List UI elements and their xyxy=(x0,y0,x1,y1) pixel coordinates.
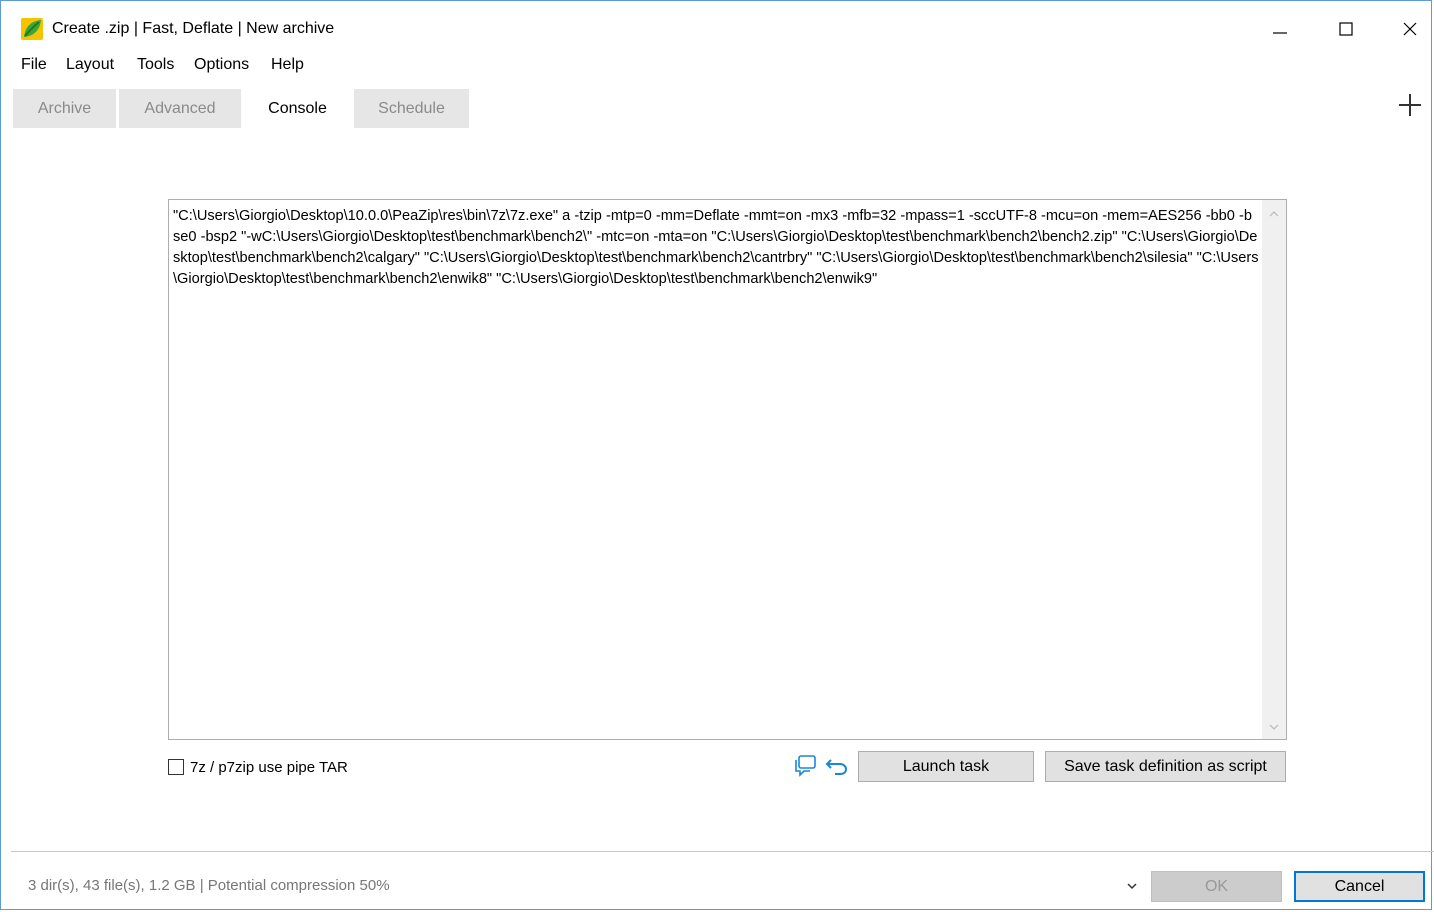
tab-archive[interactable]: Archive xyxy=(13,89,116,128)
status-text: 3 dir(s), 43 file(s), 1.2 GB | Potential… xyxy=(28,877,390,894)
minimize-icon xyxy=(1273,32,1287,34)
menu-tools[interactable]: Tools xyxy=(137,56,174,74)
close-icon xyxy=(1403,22,1417,36)
launch-task-button[interactable]: Launch task xyxy=(858,751,1034,782)
peazip-leaf-icon xyxy=(21,18,43,40)
close-button[interactable] xyxy=(1381,9,1434,49)
window-title: Create .zip | Fast, Deflate | New archiv… xyxy=(52,20,335,37)
pipe-tar-label: 7z / p7zip use pipe TAR xyxy=(190,758,348,776)
copy-command-button[interactable] xyxy=(791,753,819,779)
add-tab-button[interactable] xyxy=(1394,89,1426,121)
menu-bar: File Layout Tools Options Help xyxy=(1,53,1431,77)
scroll-up-icon[interactable] xyxy=(1268,208,1280,220)
scroll-down-icon[interactable] xyxy=(1268,721,1280,733)
plus-icon xyxy=(1399,94,1421,116)
undo-command-button[interactable] xyxy=(823,753,851,779)
tab-console[interactable]: Console xyxy=(244,89,351,128)
tab-advanced[interactable]: Advanced xyxy=(119,89,241,128)
save-script-button[interactable]: Save task definition as script xyxy=(1045,751,1286,782)
cancel-button[interactable]: Cancel xyxy=(1294,871,1425,902)
menu-options[interactable]: Options xyxy=(194,56,249,74)
chevron-down-icon xyxy=(1127,883,1137,890)
tab-strip: Archive Advanced Console Schedule xyxy=(1,89,1431,129)
maximize-button[interactable] xyxy=(1317,9,1375,49)
menu-file[interactable]: File xyxy=(21,56,47,74)
ok-button[interactable]: OK xyxy=(1151,871,1282,902)
app-window: Create .zip | Fast, Deflate | New archiv… xyxy=(0,0,1434,910)
console-scrollbar[interactable] xyxy=(1262,200,1286,739)
copy-chat-icon xyxy=(795,755,816,777)
menu-help[interactable]: Help xyxy=(271,56,304,74)
console-command-text[interactable]: "C:\Users\Giorgio\Desktop\10.0.0\PeaZip\… xyxy=(173,206,1259,290)
pipe-tar-option[interactable]: 7z / p7zip use pipe TAR xyxy=(168,756,348,778)
console-command-textarea[interactable]: "C:\Users\Giorgio\Desktop\10.0.0\PeaZip\… xyxy=(168,199,1287,740)
pipe-tar-checkbox[interactable] xyxy=(168,759,184,775)
undo-icon xyxy=(825,759,848,775)
minimize-button[interactable] xyxy=(1251,9,1309,49)
footer-divider xyxy=(11,851,1434,852)
menu-layout[interactable]: Layout xyxy=(66,56,114,74)
tab-schedule[interactable]: Schedule xyxy=(354,89,469,128)
title-bar: Create .zip | Fast, Deflate | New archiv… xyxy=(1,1,1431,49)
maximize-icon xyxy=(1339,22,1353,36)
more-options-button[interactable] xyxy=(1119,873,1145,899)
